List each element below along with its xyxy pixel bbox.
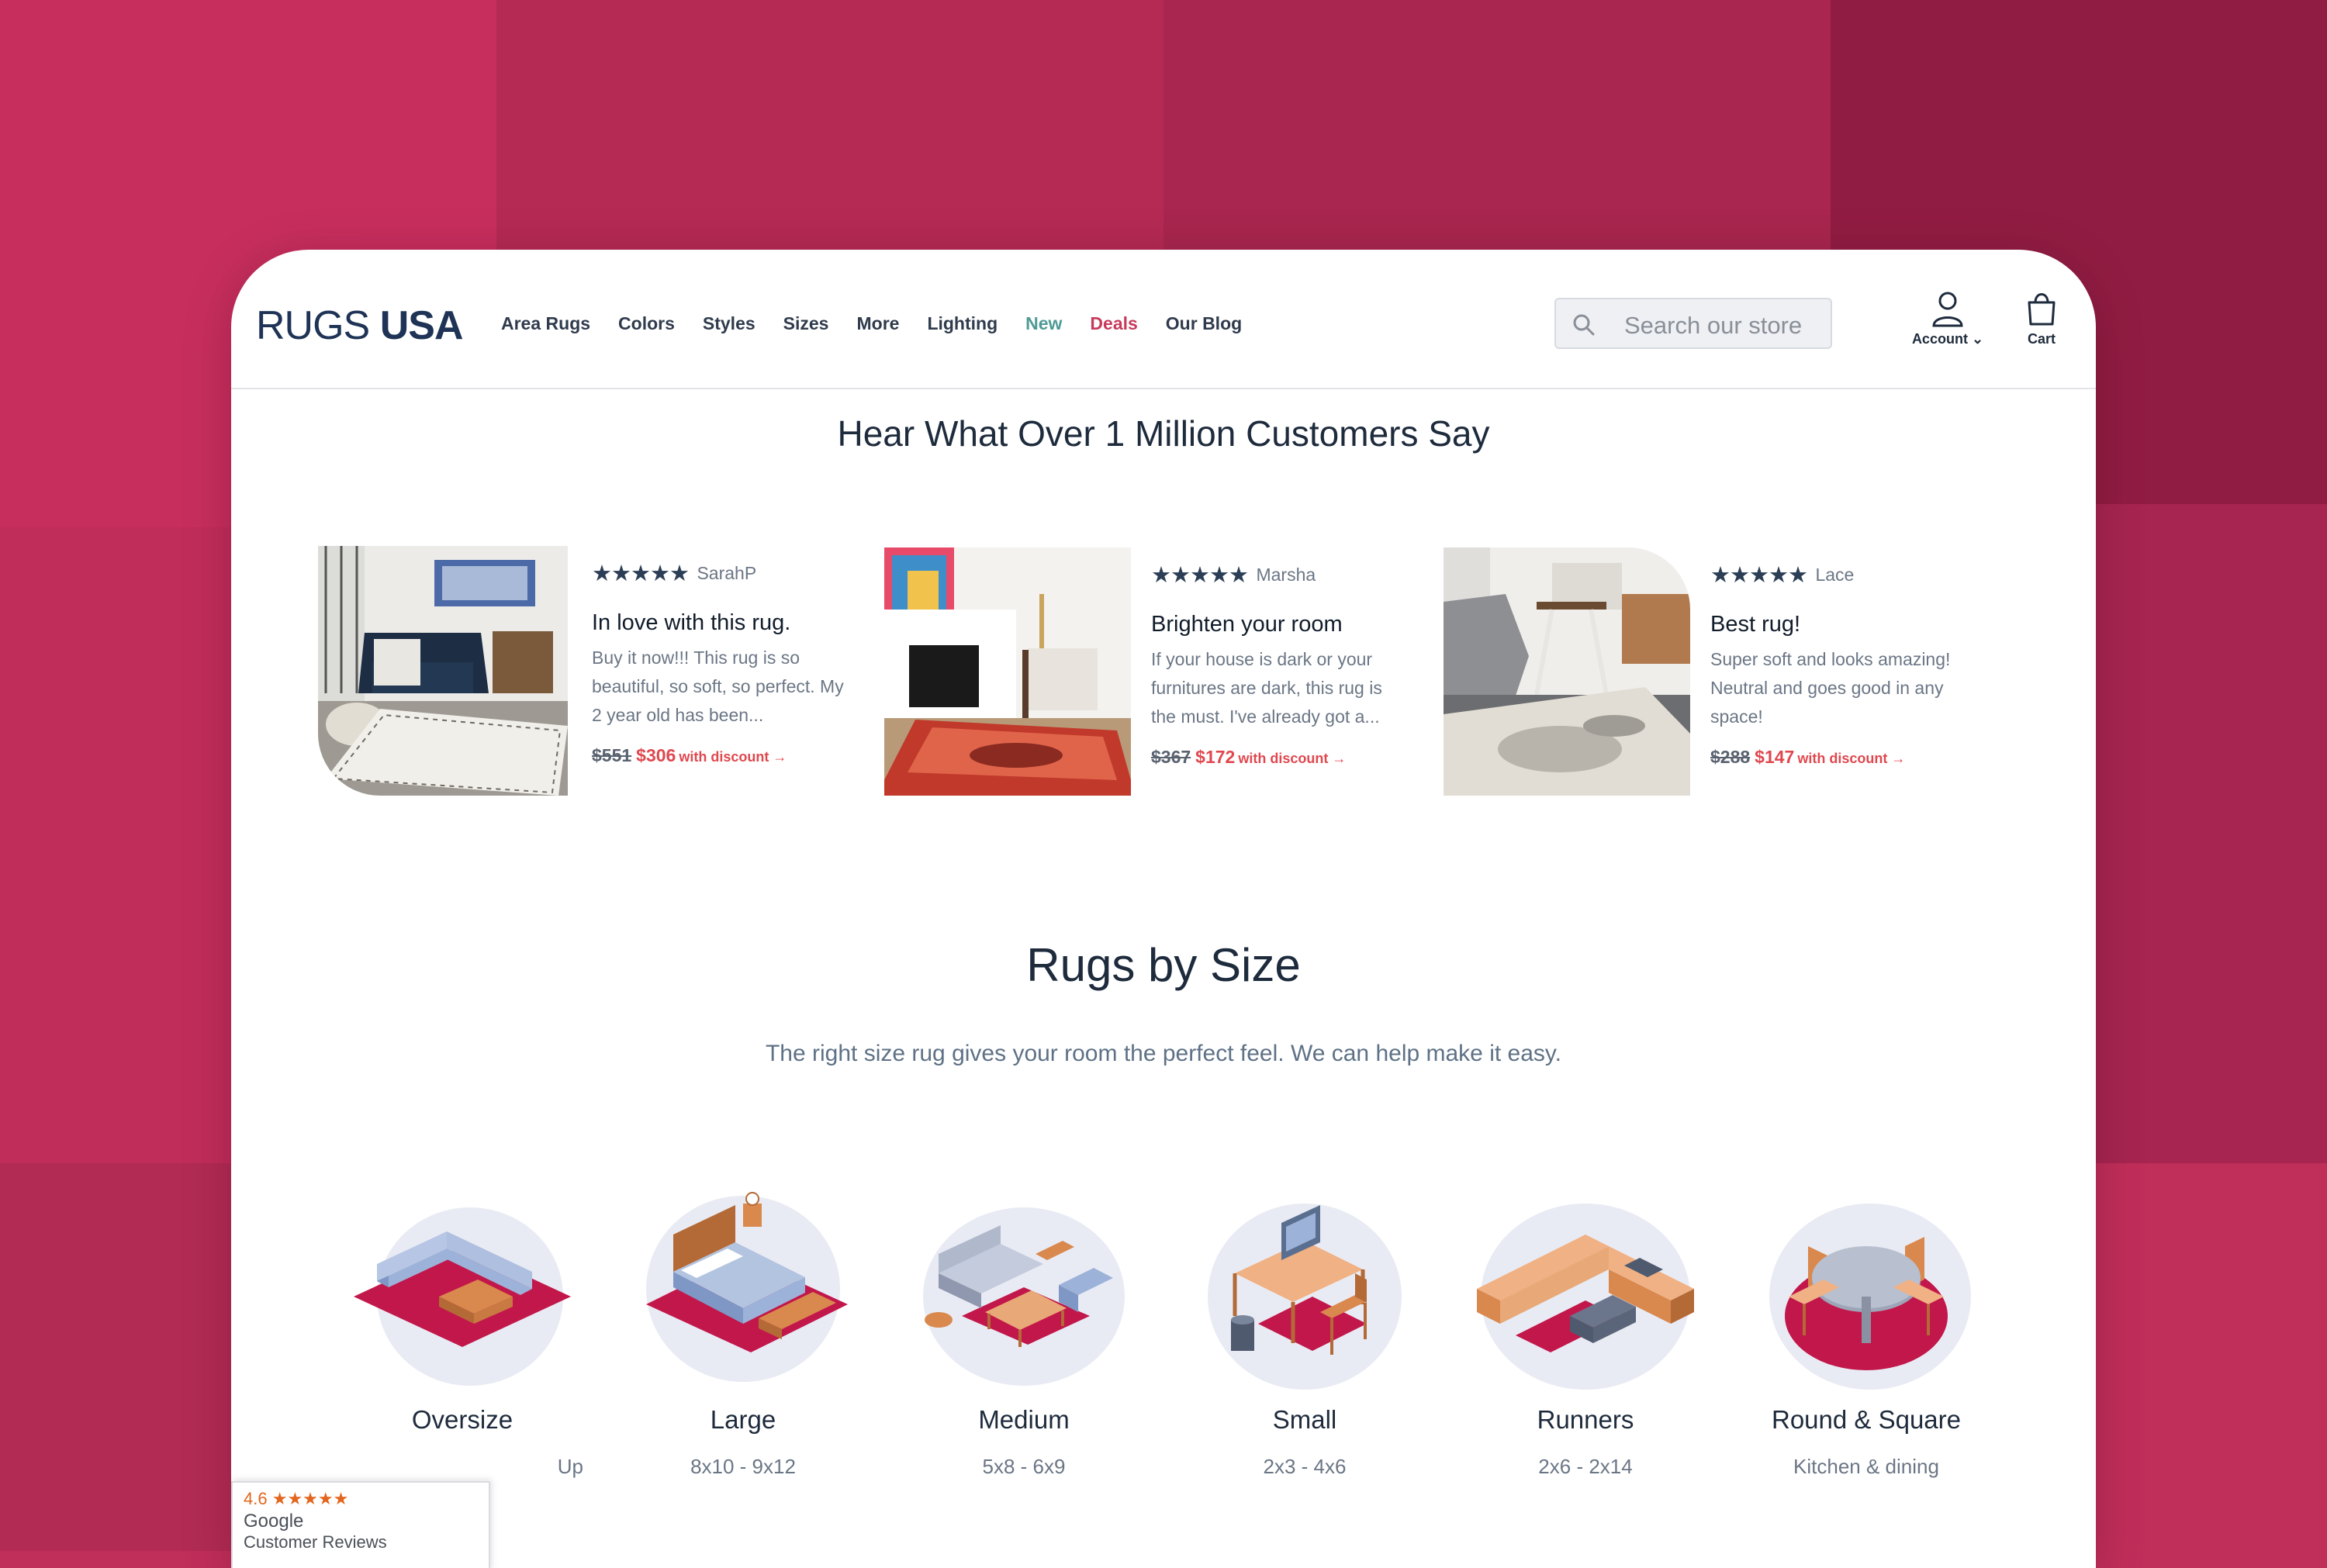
old-price: $551 <box>592 745 632 765</box>
nav-item-area-rugs[interactable]: Area Rugs <box>501 313 590 334</box>
review-body: If your house is dark or your furnitures… <box>1151 649 1382 727</box>
discount-link[interactable]: with discount → <box>1797 751 1905 766</box>
review-body: Super soft and looks amazing! Neutral an… <box>1710 649 1951 727</box>
old-price: $367 <box>1151 747 1191 767</box>
review-title: Best rug! <box>1710 612 1801 637</box>
reviews-heading: Hear What Over 1 Million Customers Say <box>837 413 1490 454</box>
google-subtitle: Customer Reviews <box>244 1532 387 1552</box>
review-card-3: ★★★★★ Lace Best rug! Super soft and look… <box>1710 561 1966 768</box>
size-dims: Kitchen & dining <box>1793 1455 1939 1478</box>
dining-table-illustration <box>1769 1204 1971 1390</box>
google-rating-stars: ★★★★★ <box>271 1489 349 1508</box>
chevron-down-icon: ⌄ <box>1971 331 1984 347</box>
nav-item-our-blog[interactable]: Our Blog <box>1166 313 1242 334</box>
review-title: Brighten your room <box>1151 612 1343 637</box>
review-price[interactable]: $288 $147 with discount → <box>1710 747 1966 768</box>
living-room-illustration <box>923 1207 1125 1386</box>
size-card-oversize[interactable]: Oversize Up <box>338 1180 586 1479</box>
size-dims: 2x6 - 2x14 <box>1538 1455 1633 1478</box>
review-title: In love with this rug. <box>592 610 791 635</box>
size-name: Large <box>710 1405 776 1434</box>
review-card-1: ★★★★★ SarahP In love with this rug. Buy … <box>592 560 848 766</box>
account-label: Account <box>1911 331 1968 347</box>
nav-item-sizes[interactable]: Sizes <box>783 313 829 334</box>
review-body: Buy it now!!! This rug is so beautiful, … <box>592 648 844 725</box>
browser-window: RUGS USA Area Rugs Colors Styles Sizes M… <box>231 250 2096 1568</box>
nav-item-lighting[interactable]: Lighting <box>927 313 998 334</box>
reviewer-name: SarahP <box>697 563 757 583</box>
new-price: $306 <box>636 745 676 765</box>
size-card-medium[interactable]: Medium 5x8 - 6x9 <box>900 1180 1148 1479</box>
search-icon <box>1573 314 1595 336</box>
logo-text-usa: USA <box>379 303 464 348</box>
new-price: $172 <box>1195 747 1236 767</box>
rating-stars: ★★★★★ <box>592 561 690 586</box>
user-icon <box>1932 292 1963 327</box>
google-reviews-badge[interactable]: 4.6 ★★★★★ Google Customer Reviews <box>231 1481 490 1568</box>
bedroom-illustration <box>646 1192 848 1382</box>
google-name: Google <box>244 1511 304 1532</box>
size-dims: Up <box>557 1455 583 1478</box>
review-card-2: ★★★★★ Marsha Brighten your room If your … <box>1151 561 1407 768</box>
size-card-large[interactable]: Large 8x10 - 9x12 <box>619 1180 867 1479</box>
review-price[interactable]: $551 $306 with discount → <box>592 745 848 766</box>
nav-item-new[interactable]: New <box>1025 313 1062 334</box>
site-header: RUGS USA Area Rugs Colors Styles Sizes M… <box>231 250 2096 389</box>
review-image-1[interactable] <box>318 546 568 796</box>
search-placeholder: Search our store <box>1624 312 1803 339</box>
nav-item-more[interactable]: More <box>856 313 899 334</box>
kitchen-illustration <box>1477 1204 1694 1390</box>
reviewer-name: Lace <box>1815 565 1855 585</box>
cart-label: Cart <box>2027 331 2056 347</box>
size-card-small[interactable]: Small 2x3 - 4x6 <box>1181 1180 1429 1479</box>
nav-item-deals[interactable]: Deals <box>1090 313 1137 334</box>
nav-item-colors[interactable]: Colors <box>618 313 675 334</box>
google-rating: 4.6 ★★★★★ <box>244 1489 348 1509</box>
size-name: Round & Square <box>1771 1405 1961 1434</box>
size-dims: 8x10 - 9x12 <box>690 1455 796 1478</box>
size-name: Medium <box>978 1405 1070 1434</box>
nav-item-styles[interactable]: Styles <box>703 313 755 334</box>
size-card-runners[interactable]: Runners 2x6 - 2x14 <box>1461 1180 1710 1479</box>
google-rating-value: 4.6 <box>244 1489 268 1508</box>
search-input[interactable]: Search our store <box>1554 298 1832 349</box>
discount-link[interactable]: with discount → <box>679 749 787 765</box>
logo-text-rugs: RUGS <box>256 303 370 348</box>
size-name: Small <box>1272 1405 1337 1434</box>
sizes-heading: Rugs by Size <box>1026 939 1301 991</box>
size-name: Oversize <box>411 1405 513 1434</box>
rating-stars: ★★★★★ <box>1710 563 1808 588</box>
new-price: $147 <box>1755 747 1795 767</box>
discount-link[interactable]: with discount → <box>1238 751 1346 766</box>
site-logo[interactable]: RUGS USA <box>256 302 463 349</box>
main-nav: Area Rugs Colors Styles Sizes More Light… <box>501 313 1270 334</box>
rating-stars: ★★★★★ <box>1151 563 1249 588</box>
review-image-3[interactable] <box>1444 547 1690 796</box>
size-card-round-square[interactable]: Round & Square Kitchen & dining <box>1742 1180 1990 1479</box>
oversize-room-illustration <box>354 1207 571 1386</box>
cart-button[interactable]: Cart <box>2017 290 2066 347</box>
size-dims: 2x3 - 4x6 <box>1263 1455 1347 1478</box>
old-price: $288 <box>1710 747 1751 767</box>
reviewer-name: Marsha <box>1256 565 1316 585</box>
review-image-2[interactable] <box>884 547 1131 796</box>
size-name: Runners <box>1537 1405 1634 1434</box>
account-button[interactable]: Account ⌄ <box>1905 290 1990 347</box>
size-dims: 5x8 - 6x9 <box>982 1455 1066 1478</box>
shopping-bag-icon <box>2028 293 2056 326</box>
sizes-subheading: The right size rug gives your room the p… <box>765 1041 1562 1066</box>
review-price[interactable]: $367 $172 with discount → <box>1151 747 1407 768</box>
desk-illustration <box>1208 1204 1402 1390</box>
